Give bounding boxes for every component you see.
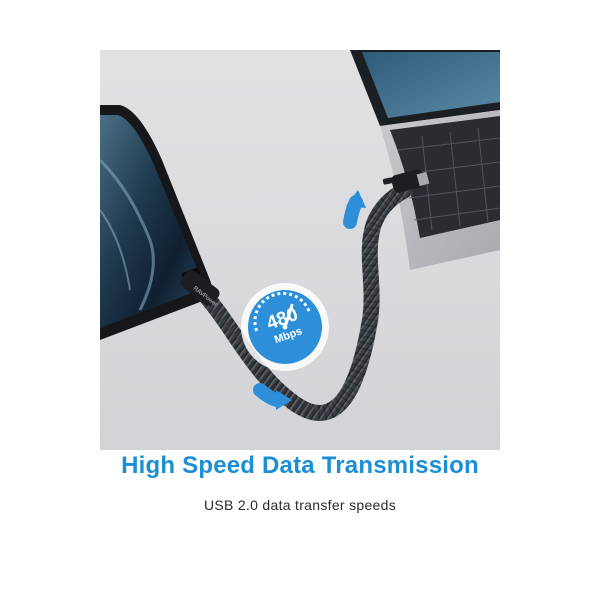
product-photo: RAVPower xyxy=(98,50,501,450)
subtitle: USB 2.0 data transfer speeds xyxy=(203,497,397,513)
headline: High Speed Data Transmission xyxy=(121,452,479,479)
